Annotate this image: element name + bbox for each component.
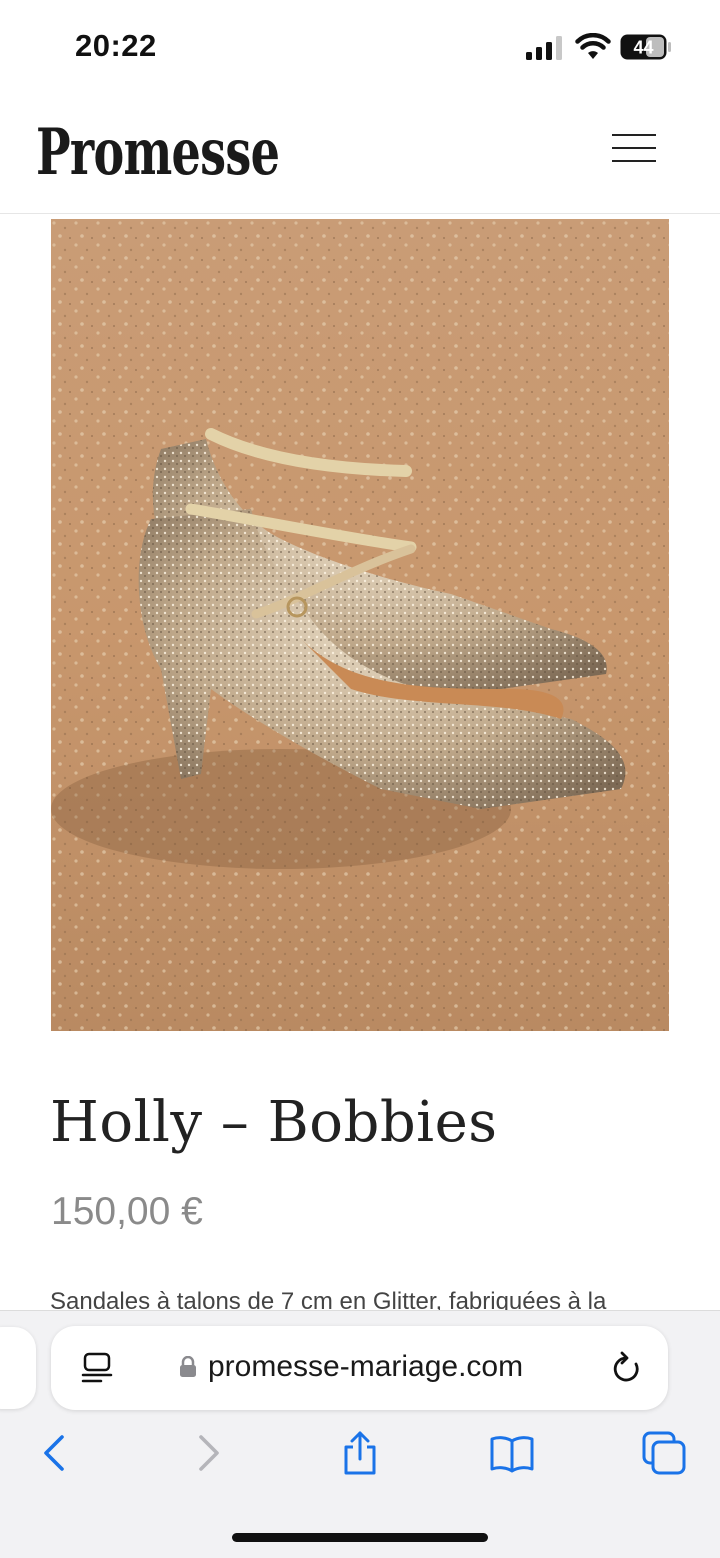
cellular-signal-icon bbox=[526, 36, 562, 60]
status-bar: 20:22 44 bbox=[0, 0, 720, 95]
battery-icon: 44 bbox=[620, 34, 671, 60]
back-icon[interactable] bbox=[30, 1429, 78, 1477]
status-time: 20:22 bbox=[75, 28, 157, 63]
url-text[interactable]: promesse-mariage.com bbox=[208, 1350, 523, 1384]
address-bar[interactable]: promesse-mariage.com bbox=[51, 1326, 668, 1410]
battery-level: 44 bbox=[633, 38, 653, 58]
hamburger-menu-button[interactable] bbox=[612, 130, 660, 166]
product-image[interactable] bbox=[51, 219, 669, 1031]
wifi-icon bbox=[575, 33, 611, 59]
site-header: Promesse bbox=[0, 95, 720, 214]
product-price: 150,00 € bbox=[51, 1190, 203, 1233]
product-description: Sandales à talons de 7 cm en Glitter, fa… bbox=[50, 1288, 607, 1312]
page-menu-icon[interactable] bbox=[81, 1352, 113, 1384]
lock-icon bbox=[180, 1356, 196, 1377]
browser-bottom-bar: promesse-mariage.com bbox=[0, 1310, 720, 1558]
menu-line-icon bbox=[612, 160, 656, 162]
home-indicator bbox=[232, 1533, 488, 1542]
previous-tab-preview[interactable] bbox=[0, 1327, 36, 1409]
menu-line-icon bbox=[612, 147, 656, 149]
site-logo[interactable]: Promesse bbox=[36, 115, 280, 190]
product-title: Holly – Bobbies bbox=[50, 1090, 498, 1155]
bookmarks-icon[interactable] bbox=[488, 1429, 536, 1477]
browser-toolbar bbox=[0, 1421, 720, 1491]
menu-line-icon bbox=[612, 134, 656, 136]
share-icon[interactable] bbox=[336, 1429, 384, 1477]
tabs-icon[interactable] bbox=[640, 1429, 688, 1477]
forward-icon[interactable] bbox=[185, 1429, 233, 1477]
shoe-photo bbox=[51, 219, 669, 1031]
reload-icon[interactable] bbox=[609, 1350, 643, 1386]
